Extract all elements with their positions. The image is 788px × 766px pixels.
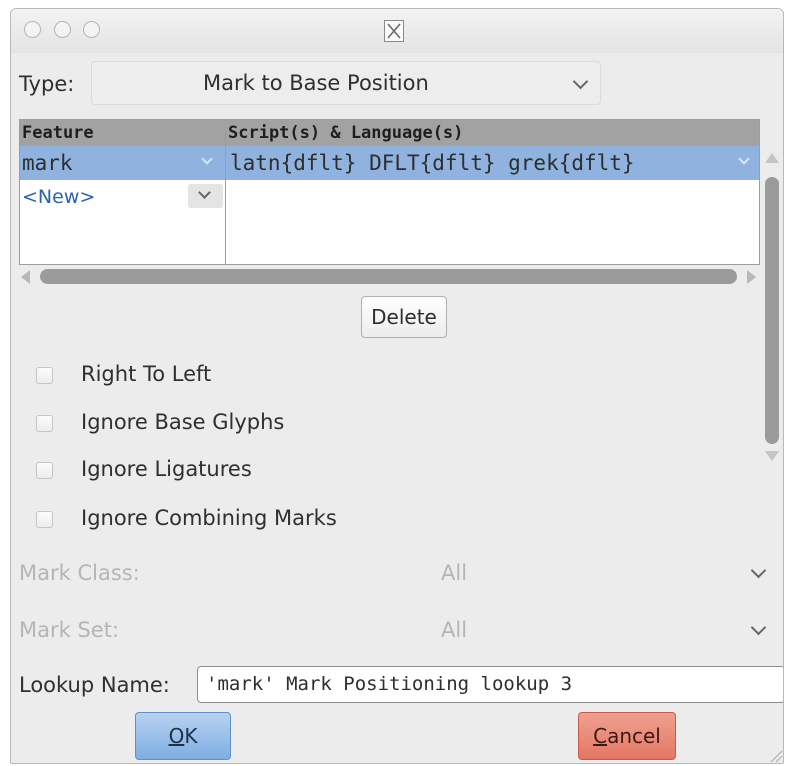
column-divider (225, 120, 226, 264)
cancel-label-rest: ancel (607, 724, 661, 748)
feature-table: Feature Script(s) & Language(s) mark lat… (19, 119, 760, 265)
lookup-name-label: Lookup Name: (19, 673, 170, 697)
scripts-column-header[interactable]: Script(s) & Language(s) (226, 120, 759, 146)
vertical-scroll-thumb[interactable] (765, 177, 779, 444)
chevron-down-icon (198, 186, 211, 199)
scroll-left-icon[interactable] (21, 270, 30, 284)
new-feature-cell[interactable]: <New> (22, 180, 95, 214)
chevron-down-icon (750, 562, 767, 579)
ignore-ligatures-label: Ignore Ligatures (81, 457, 252, 481)
horizontal-scroll-thumb[interactable] (40, 269, 737, 284)
cancel-button[interactable]: Cancel (578, 712, 676, 760)
mark-set-value: All (441, 618, 468, 642)
right-to-left-checkbox[interactable] (36, 367, 53, 384)
title-bar (11, 9, 783, 53)
cancel-accelerator: C (593, 724, 608, 748)
x-window-icon (384, 20, 404, 42)
feature-column-header[interactable]: Feature (20, 120, 225, 146)
mark-set-dropdown[interactable]: All (421, 610, 776, 650)
chevron-down-icon (572, 73, 589, 90)
ignore-base-glyphs-label: Ignore Base Glyphs (81, 410, 285, 434)
chevron-down-icon (750, 619, 767, 636)
type-dropdown[interactable]: Mark to Base Position (91, 61, 601, 105)
ok-button[interactable]: OK (135, 712, 231, 760)
delete-button[interactable]: Delete (361, 296, 447, 338)
lookup-name-input[interactable]: 'mark' Mark Positioning lookup 3 (197, 666, 783, 703)
table-row[interactable]: <New> (20, 180, 759, 214)
feature-cell[interactable]: mark (22, 146, 73, 180)
feature-dropdown-button[interactable] (188, 184, 223, 208)
ignore-combining-marks-checkbox[interactable] (36, 511, 53, 528)
mark-class-value: All (441, 561, 468, 585)
horizontal-scrollbar[interactable] (19, 265, 760, 289)
scroll-down-icon[interactable] (765, 451, 779, 461)
zoom-window-button[interactable] (83, 21, 100, 38)
lookup-dialog-window: Type: Mark to Base Position Feature Scri… (10, 8, 784, 764)
resize-grip-icon[interactable] (767, 747, 783, 763)
ok-label-rest: K (184, 724, 198, 748)
minimize-window-button[interactable] (54, 21, 71, 38)
ignore-base-glyphs-checkbox[interactable] (36, 415, 53, 432)
ok-accelerator: O (168, 724, 185, 748)
table-row[interactable]: mark latn{dflt} DFLT{dflt} grek{dflt} (20, 146, 759, 180)
chevron-down-icon (201, 153, 213, 165)
mark-set-label: Mark Set: (19, 618, 120, 642)
scroll-right-icon[interactable] (747, 270, 756, 284)
type-dropdown-value: Mark to Base Position (203, 71, 429, 95)
close-window-button[interactable] (24, 21, 41, 38)
chevron-down-icon (738, 153, 750, 165)
scroll-up-icon[interactable] (765, 153, 779, 163)
scripts-cell[interactable]: latn{dflt} DFLT{dflt} grek{dflt} (230, 146, 635, 180)
mark-class-dropdown[interactable]: All (421, 553, 776, 593)
right-to-left-label: Right To Left (81, 362, 212, 386)
ignore-combining-marks-label: Ignore Combining Marks (81, 506, 337, 530)
type-label: Type: (19, 72, 75, 96)
ignore-ligatures-checkbox[interactable] (36, 462, 53, 479)
mark-class-label: Mark Class: (19, 561, 140, 585)
